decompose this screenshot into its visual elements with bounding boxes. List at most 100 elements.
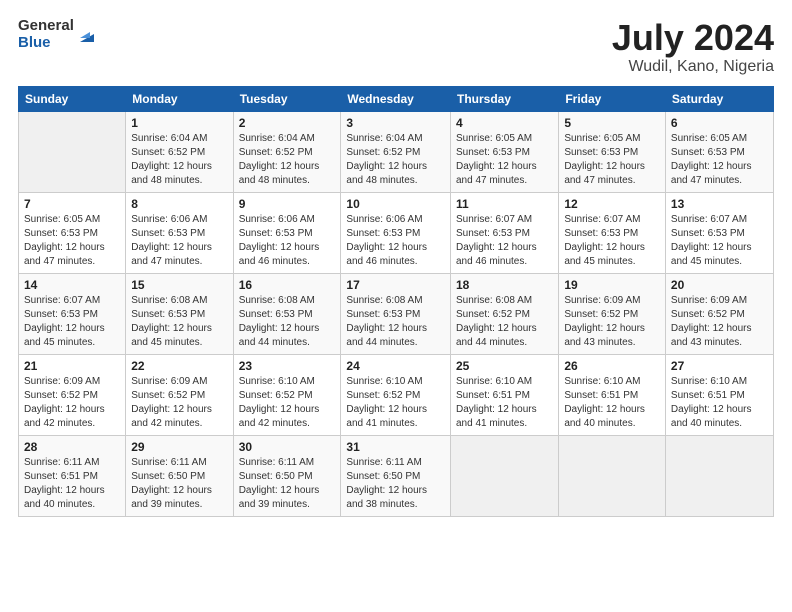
col-friday: Friday — [559, 86, 666, 111]
calendar-body: 1 Sunrise: 6:04 AMSunset: 6:52 PMDayligh… — [19, 111, 774, 516]
day-number: 3 — [346, 116, 445, 130]
calendar-cell: 11 Sunrise: 6:07 AMSunset: 6:53 PMDaylig… — [450, 192, 558, 273]
calendar-cell: 3 Sunrise: 6:04 AMSunset: 6:52 PMDayligh… — [341, 111, 451, 192]
day-info: Sunrise: 6:11 AMSunset: 6:50 PMDaylight:… — [346, 457, 427, 510]
calendar-cell: 13 Sunrise: 6:07 AMSunset: 6:53 PMDaylig… — [665, 192, 773, 273]
day-number: 12 — [564, 197, 660, 211]
header: General Blue July 2024 Wudil, Kano, Nige… — [18, 18, 774, 76]
day-info: Sunrise: 6:05 AMSunset: 6:53 PMDaylight:… — [24, 214, 105, 267]
day-number: 20 — [671, 278, 768, 292]
day-info: Sunrise: 6:08 AMSunset: 6:52 PMDaylight:… — [456, 295, 537, 348]
calendar-cell: 17 Sunrise: 6:08 AMSunset: 6:53 PMDaylig… — [341, 273, 451, 354]
day-info: Sunrise: 6:07 AMSunset: 6:53 PMDaylight:… — [671, 214, 752, 267]
day-info: Sunrise: 6:11 AMSunset: 6:51 PMDaylight:… — [24, 457, 105, 510]
day-number: 9 — [239, 197, 336, 211]
day-info: Sunrise: 6:10 AMSunset: 6:51 PMDaylight:… — [564, 376, 645, 429]
logo-general: General — [18, 18, 74, 35]
day-info: Sunrise: 6:05 AMSunset: 6:53 PMDaylight:… — [564, 133, 645, 186]
day-number: 15 — [131, 278, 227, 292]
day-info: Sunrise: 6:10 AMSunset: 6:51 PMDaylight:… — [671, 376, 752, 429]
calendar-cell: 9 Sunrise: 6:06 AMSunset: 6:53 PMDayligh… — [233, 192, 341, 273]
col-monday: Monday — [126, 86, 233, 111]
day-info: Sunrise: 6:11 AMSunset: 6:50 PMDaylight:… — [239, 457, 320, 510]
calendar-cell — [559, 435, 666, 516]
calendar-cell: 10 Sunrise: 6:06 AMSunset: 6:53 PMDaylig… — [341, 192, 451, 273]
day-number: 7 — [24, 197, 120, 211]
calendar-cell: 4 Sunrise: 6:05 AMSunset: 6:53 PMDayligh… — [450, 111, 558, 192]
calendar-cell: 28 Sunrise: 6:11 AMSunset: 6:51 PMDaylig… — [19, 435, 126, 516]
day-number: 23 — [239, 359, 336, 373]
header-row: Sunday Monday Tuesday Wednesday Thursday… — [19, 86, 774, 111]
calendar-cell: 29 Sunrise: 6:11 AMSunset: 6:50 PMDaylig… — [126, 435, 233, 516]
day-number: 17 — [346, 278, 445, 292]
day-number: 14 — [24, 278, 120, 292]
day-number: 8 — [131, 197, 227, 211]
calendar-cell: 21 Sunrise: 6:09 AMSunset: 6:52 PMDaylig… — [19, 354, 126, 435]
calendar-week-4: 21 Sunrise: 6:09 AMSunset: 6:52 PMDaylig… — [19, 354, 774, 435]
main-title: July 2024 — [612, 18, 774, 58]
calendar-cell: 1 Sunrise: 6:04 AMSunset: 6:52 PMDayligh… — [126, 111, 233, 192]
day-info: Sunrise: 6:10 AMSunset: 6:52 PMDaylight:… — [346, 376, 427, 429]
calendar-cell — [19, 111, 126, 192]
logo-blue: Blue — [18, 35, 74, 52]
calendar-cell: 26 Sunrise: 6:10 AMSunset: 6:51 PMDaylig… — [559, 354, 666, 435]
calendar-cell: 22 Sunrise: 6:09 AMSunset: 6:52 PMDaylig… — [126, 354, 233, 435]
day-number: 6 — [671, 116, 768, 130]
day-info: Sunrise: 6:09 AMSunset: 6:52 PMDaylight:… — [671, 295, 752, 348]
day-info: Sunrise: 6:06 AMSunset: 6:53 PMDaylight:… — [346, 214, 427, 267]
calendar-week-2: 7 Sunrise: 6:05 AMSunset: 6:53 PMDayligh… — [19, 192, 774, 273]
day-info: Sunrise: 6:09 AMSunset: 6:52 PMDaylight:… — [24, 376, 105, 429]
day-number: 2 — [239, 116, 336, 130]
subtitle: Wudil, Kano, Nigeria — [612, 58, 774, 76]
calendar-cell: 25 Sunrise: 6:10 AMSunset: 6:51 PMDaylig… — [450, 354, 558, 435]
day-number: 5 — [564, 116, 660, 130]
col-tuesday: Tuesday — [233, 86, 341, 111]
calendar-cell: 15 Sunrise: 6:08 AMSunset: 6:53 PMDaylig… — [126, 273, 233, 354]
day-number: 29 — [131, 440, 227, 454]
day-number: 28 — [24, 440, 120, 454]
calendar-cell: 18 Sunrise: 6:08 AMSunset: 6:52 PMDaylig… — [450, 273, 558, 354]
day-info: Sunrise: 6:07 AMSunset: 6:53 PMDaylight:… — [456, 214, 537, 267]
calendar-table: Sunday Monday Tuesday Wednesday Thursday… — [18, 86, 774, 517]
day-number: 11 — [456, 197, 553, 211]
day-info: Sunrise: 6:08 AMSunset: 6:53 PMDaylight:… — [346, 295, 427, 348]
calendar-cell: 7 Sunrise: 6:05 AMSunset: 6:53 PMDayligh… — [19, 192, 126, 273]
day-number: 31 — [346, 440, 445, 454]
calendar-cell: 24 Sunrise: 6:10 AMSunset: 6:52 PMDaylig… — [341, 354, 451, 435]
day-number: 10 — [346, 197, 445, 211]
calendar-cell: 6 Sunrise: 6:05 AMSunset: 6:53 PMDayligh… — [665, 111, 773, 192]
day-info: Sunrise: 6:09 AMSunset: 6:52 PMDaylight:… — [131, 376, 212, 429]
calendar-cell: 30 Sunrise: 6:11 AMSunset: 6:50 PMDaylig… — [233, 435, 341, 516]
day-info: Sunrise: 6:05 AMSunset: 6:53 PMDaylight:… — [671, 133, 752, 186]
calendar-cell: 31 Sunrise: 6:11 AMSunset: 6:50 PMDaylig… — [341, 435, 451, 516]
day-info: Sunrise: 6:05 AMSunset: 6:53 PMDaylight:… — [456, 133, 537, 186]
day-info: Sunrise: 6:07 AMSunset: 6:53 PMDaylight:… — [564, 214, 645, 267]
day-info: Sunrise: 6:04 AMSunset: 6:52 PMDaylight:… — [346, 133, 427, 186]
calendar-cell: 14 Sunrise: 6:07 AMSunset: 6:53 PMDaylig… — [19, 273, 126, 354]
col-sunday: Sunday — [19, 86, 126, 111]
calendar-cell: 5 Sunrise: 6:05 AMSunset: 6:53 PMDayligh… — [559, 111, 666, 192]
day-info: Sunrise: 6:09 AMSunset: 6:52 PMDaylight:… — [564, 295, 645, 348]
day-number: 1 — [131, 116, 227, 130]
day-number: 27 — [671, 359, 768, 373]
day-info: Sunrise: 6:06 AMSunset: 6:53 PMDaylight:… — [131, 214, 212, 267]
logo: General Blue — [18, 18, 98, 51]
calendar-cell: 27 Sunrise: 6:10 AMSunset: 6:51 PMDaylig… — [665, 354, 773, 435]
day-info: Sunrise: 6:04 AMSunset: 6:52 PMDaylight:… — [131, 133, 212, 186]
col-saturday: Saturday — [665, 86, 773, 111]
calendar-cell — [450, 435, 558, 516]
day-info: Sunrise: 6:07 AMSunset: 6:53 PMDaylight:… — [24, 295, 105, 348]
day-number: 26 — [564, 359, 660, 373]
calendar-cell: 23 Sunrise: 6:10 AMSunset: 6:52 PMDaylig… — [233, 354, 341, 435]
day-info: Sunrise: 6:10 AMSunset: 6:51 PMDaylight:… — [456, 376, 537, 429]
day-number: 13 — [671, 197, 768, 211]
calendar-cell — [665, 435, 773, 516]
day-info: Sunrise: 6:11 AMSunset: 6:50 PMDaylight:… — [131, 457, 212, 510]
day-info: Sunrise: 6:06 AMSunset: 6:53 PMDaylight:… — [239, 214, 320, 267]
day-info: Sunrise: 6:08 AMSunset: 6:53 PMDaylight:… — [131, 295, 212, 348]
day-number: 22 — [131, 359, 227, 373]
day-info: Sunrise: 6:10 AMSunset: 6:52 PMDaylight:… — [239, 376, 320, 429]
day-number: 16 — [239, 278, 336, 292]
day-number: 4 — [456, 116, 553, 130]
title-block: July 2024 Wudil, Kano, Nigeria — [612, 18, 774, 76]
